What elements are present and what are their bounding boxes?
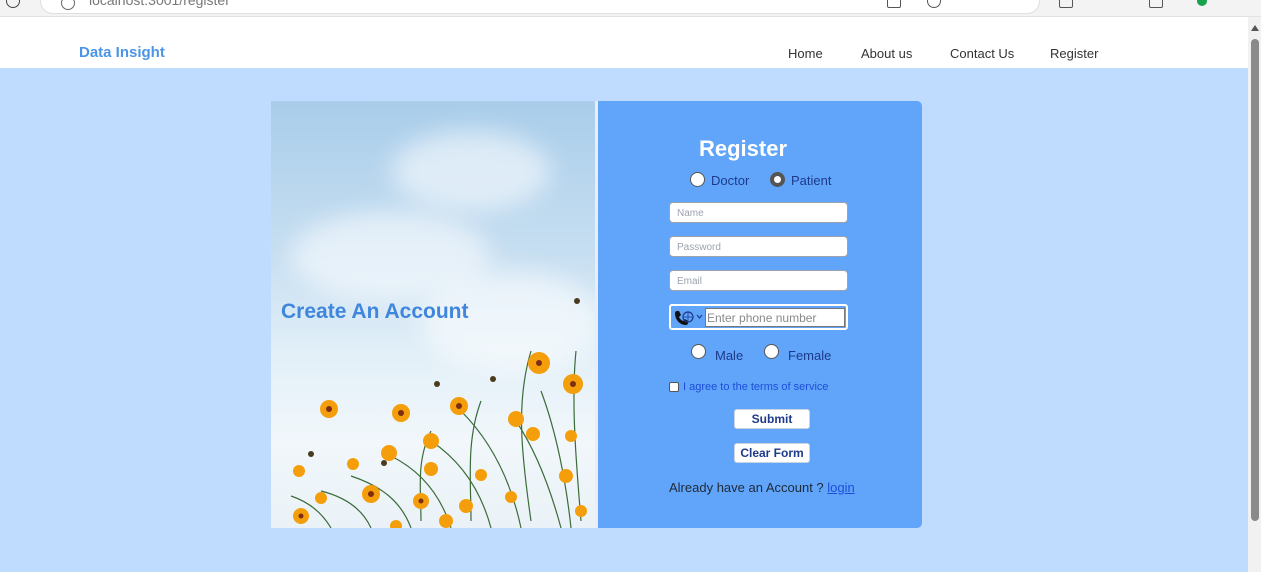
reload-icon[interactable] xyxy=(6,0,20,8)
submit-button[interactable]: Submit xyxy=(734,409,810,429)
page-scrollbar[interactable] xyxy=(1248,17,1261,572)
scroll-up-arrow-icon[interactable] xyxy=(1251,25,1259,31)
gender-male-radio[interactable] xyxy=(691,344,706,359)
login-prompt-text: Already have an Account ? xyxy=(669,480,824,495)
role-patient-label[interactable]: Patient xyxy=(791,173,831,188)
scroll-thumb[interactable] xyxy=(1251,39,1259,521)
collections-icon[interactable] xyxy=(1149,0,1163,8)
role-doctor-radio[interactable] xyxy=(690,172,705,187)
register-card: Create An Account Register Doctor Patien… xyxy=(271,101,922,528)
nav-register[interactable]: Register xyxy=(1050,46,1098,61)
clear-form-button[interactable]: Clear Form xyxy=(734,443,810,463)
phone-field-group: Enter phone number xyxy=(669,304,848,330)
terms-label[interactable]: I agree to the terms of service xyxy=(683,381,829,393)
browser-toolbar: localhost:3001/register xyxy=(0,0,1261,17)
hero-image-panel: Create An Account xyxy=(271,101,595,528)
country-code-selector[interactable] xyxy=(673,309,705,326)
nav-home[interactable]: Home xyxy=(788,46,823,61)
site-navbar: Data Insight Home About us Contact Us Re… xyxy=(0,17,1248,68)
brand-logo[interactable]: Data Insight xyxy=(79,44,165,61)
email-field[interactable]: Email xyxy=(669,270,848,291)
role-doctor-label[interactable]: Doctor xyxy=(711,173,749,188)
favorite-star-icon[interactable] xyxy=(1007,0,1021,8)
favorites-list-icon[interactable] xyxy=(1105,0,1119,8)
chevron-down-icon xyxy=(696,314,703,319)
reader-view-icon[interactable] xyxy=(887,0,901,8)
gender-male-label[interactable]: Male xyxy=(715,348,743,363)
phone-number-input[interactable]: Enter phone number xyxy=(705,308,845,327)
role-patient-radio[interactable] xyxy=(770,172,785,187)
login-prompt: Already have an Account ? login xyxy=(669,480,855,495)
browser-essentials-icon[interactable] xyxy=(1197,0,1207,6)
site-info-icon[interactable] xyxy=(61,0,75,10)
terms-checkbox[interactable] xyxy=(669,382,679,392)
name-field[interactable]: Name xyxy=(669,202,848,223)
gender-female-radio[interactable] xyxy=(764,344,779,359)
address-url: localhost:3001/register xyxy=(89,0,230,8)
password-field[interactable]: Password xyxy=(669,236,848,257)
gender-female-label[interactable]: Female xyxy=(788,348,831,363)
register-form: Register Doctor Patient Name Password Em… xyxy=(598,101,922,528)
form-title: Register xyxy=(698,136,788,161)
split-screen-icon[interactable] xyxy=(1059,0,1073,8)
create-account-headline: Create An Account xyxy=(281,300,469,323)
login-link[interactable]: login xyxy=(827,480,854,495)
read-aloud-icon[interactable] xyxy=(964,0,978,8)
phone-icon xyxy=(675,311,688,325)
nav-contact-us[interactable]: Contact Us xyxy=(950,46,1014,61)
nav-about-us[interactable]: About us xyxy=(861,46,912,61)
